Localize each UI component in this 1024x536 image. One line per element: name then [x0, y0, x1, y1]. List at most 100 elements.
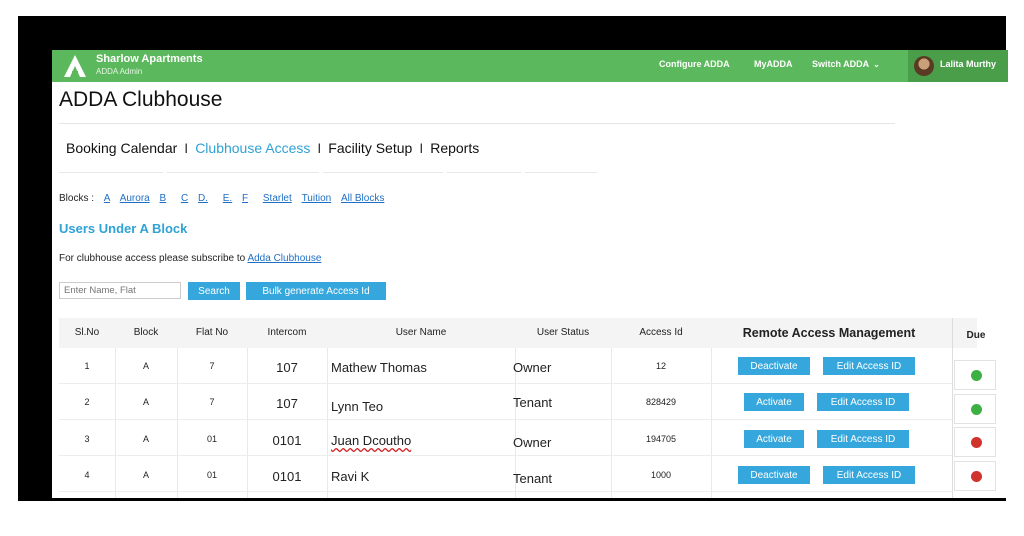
column-header-user-status: User Status [536, 327, 590, 338]
edit-access-id-button[interactable]: Edit Access ID [817, 393, 909, 411]
table-row-divider [59, 455, 952, 456]
cell-user-name: Mathew Thomas [331, 360, 427, 375]
cell-block: A [142, 361, 149, 371]
cell-intercom: 0101 [272, 433, 302, 448]
adda-logo-icon[interactable] [62, 53, 88, 79]
tab-separator: I [317, 140, 322, 156]
due-indicator [954, 461, 996, 491]
activate-button[interactable]: Activate [744, 430, 804, 448]
app-window: Sharlow Apartments ADDA Admin Configure … [52, 50, 1008, 498]
block-link-f[interactable]: F [242, 193, 248, 204]
due-indicator [954, 360, 996, 390]
cell-flat-no: 01 [206, 470, 217, 480]
divider [167, 172, 319, 173]
table-row-divider [59, 383, 952, 384]
block-link-d[interactable]: D. [198, 193, 208, 204]
cell-sl-no: 3 [84, 434, 90, 444]
table-grid-line [327, 348, 328, 498]
cell-sl-no: 1 [84, 361, 90, 371]
due-status-dot [971, 370, 982, 381]
nav-configure-adda[interactable]: Configure ADDA [659, 59, 730, 69]
deactivate-button[interactable]: Deactivate [738, 466, 810, 484]
cell-access-id: 194705 [645, 434, 677, 444]
divider [59, 123, 895, 124]
user-name[interactable]: Lalita Murthy [940, 59, 996, 69]
cell-access-id: 828429 [645, 397, 677, 407]
block-link-e[interactable]: E. [223, 193, 232, 204]
nav-switch-adda-label: Switch ADDA [812, 59, 870, 69]
column-header-user-name: User Name [395, 327, 447, 338]
cell-intercom: 107 [276, 360, 298, 375]
activate-button[interactable]: Activate [744, 393, 804, 411]
cell-access-id: 12 [655, 361, 666, 371]
user-menu[interactable]: Lalita Murthy [908, 50, 1008, 82]
tab-reports[interactable]: Reports [430, 140, 479, 156]
cell-access-id: 1000 [650, 470, 672, 480]
blocks-label: Blocks : [59, 193, 95, 204]
tab-separator: I [184, 140, 189, 156]
block-link-a[interactable]: A [104, 193, 110, 204]
search-button[interactable]: Search [188, 282, 240, 300]
cell-user-status: Tenant [513, 395, 553, 410]
brand-subtitle: ADDA Admin [96, 67, 143, 76]
tab-booking-calendar[interactable]: Booking Calendar [66, 140, 177, 156]
block-link-aurora[interactable]: Aurora [120, 193, 150, 204]
divider [447, 172, 521, 173]
top-bar: Sharlow Apartments ADDA Admin Configure … [52, 50, 1008, 82]
cell-user-name: Lynn Teo [331, 399, 384, 414]
deactivate-button[interactable]: Deactivate [738, 357, 810, 375]
blocks-filter: Blocks : A Aurora B C D. E. F Starlet Tu… [59, 193, 384, 204]
tab-facility-setup[interactable]: Facility Setup [328, 140, 412, 156]
adda-clubhouse-link[interactable]: Adda Clubhouse [247, 253, 321, 264]
chevron-down-icon: ⌄ [873, 60, 880, 69]
table-grid-line [711, 348, 712, 498]
due-indicator [954, 427, 996, 457]
due-status-dot [971, 404, 982, 415]
column-header-block: Block [133, 327, 159, 338]
cell-user-name: Ravi K [331, 469, 370, 484]
cell-user-status: Owner [513, 360, 552, 375]
cell-sl-no: 2 [84, 397, 90, 407]
page-title: ADDA Clubhouse [59, 88, 223, 111]
cell-intercom: 107 [276, 396, 298, 411]
due-indicator [954, 394, 996, 424]
tab-separator: I [419, 140, 424, 156]
edit-access-id-button[interactable]: Edit Access ID [817, 430, 909, 448]
bulk-generate-button[interactable]: Bulk generate Access Id [246, 282, 386, 300]
cell-block: A [142, 397, 149, 407]
column-header-due: Due [966, 330, 986, 341]
search-input[interactable] [59, 282, 181, 299]
column-header-intercom: Intercom [267, 327, 307, 338]
nav-switch-adda[interactable]: Switch ADDA ⌄ [812, 59, 880, 69]
edit-access-id-button[interactable]: Edit Access ID [823, 357, 915, 375]
nav-myadda[interactable]: MyADDA [754, 59, 793, 69]
table-header: Sl.No Block Flat No Intercom User Name U… [59, 318, 977, 348]
column-header-remote-access: Remote Access Management [742, 326, 916, 340]
cell-block: A [142, 470, 149, 480]
block-link-all-blocks[interactable]: All Blocks [341, 193, 384, 204]
block-link-tuition[interactable]: Tuition [302, 193, 332, 204]
cell-block: A [142, 434, 149, 444]
tab-bar: Booking Calendar I Clubhouse Access I Facili… [66, 140, 479, 156]
brand-name[interactable]: Sharlow Apartments [96, 53, 203, 65]
screenshot-frame: Sharlow Apartments ADDA Admin Configure … [18, 16, 1008, 501]
divider [59, 172, 163, 173]
section-title: Users Under A Block [59, 221, 188, 236]
divider [323, 172, 443, 173]
block-link-starlet[interactable]: Starlet [263, 193, 292, 204]
cell-user-status: Owner [513, 435, 552, 450]
subscribe-text: For clubhouse access please subscribe to [59, 253, 246, 264]
cell-sl-no: 4 [84, 470, 90, 480]
column-header-sl-no: Sl.No [74, 327, 100, 338]
tab-clubhouse-access[interactable]: Clubhouse Access [195, 140, 310, 156]
cell-flat-no: 7 [209, 361, 215, 371]
table-row-divider [59, 491, 952, 492]
subscribe-notice: For clubhouse access please subscribe to… [59, 253, 321, 264]
block-link-b[interactable]: B [160, 193, 167, 204]
avatar[interactable] [914, 56, 934, 76]
edit-access-id-button[interactable]: Edit Access ID [823, 466, 915, 484]
block-link-c[interactable]: C [181, 193, 188, 204]
cell-user-status: Tenant [513, 471, 553, 486]
due-status-dot [971, 437, 982, 448]
table-row-divider [59, 419, 952, 420]
